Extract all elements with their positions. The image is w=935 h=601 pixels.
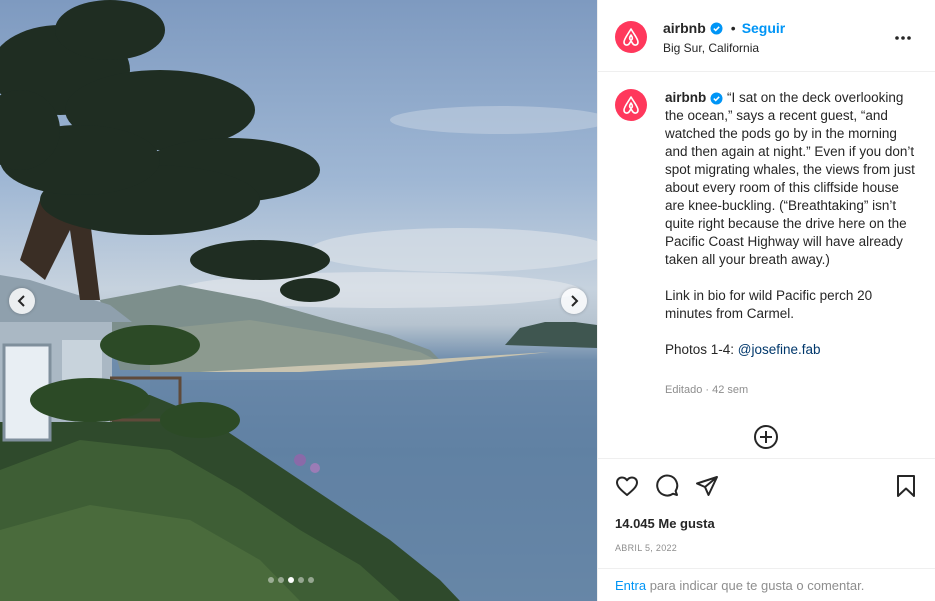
caption-paragraph-1: “I sat on the deck overlooking the ocean… [665, 90, 915, 267]
photos-credit-label: Photos 1-4: [665, 342, 738, 357]
post-photo[interactable] [0, 0, 597, 601]
post-caption: airbnb “I sat on the deck overlooking th… [665, 89, 915, 359]
add-comment-prompt: para indicar que te gusta o comentar. [646, 578, 865, 593]
chevron-left-icon [17, 295, 25, 307]
avatar[interactable] [615, 21, 647, 53]
post-side-panel: airbnb • Seguir Big Sur, California airb… [597, 0, 935, 601]
avatar[interactable] [615, 89, 647, 121]
location-link[interactable]: Big Sur, California [663, 41, 759, 55]
add-comment-bar: Entra para indicar que te gusta o coment… [598, 568, 935, 601]
next-photo-button[interactable] [561, 288, 587, 314]
airbnb-logo-icon [623, 96, 639, 114]
photo-scene [0, 0, 597, 601]
more-options-button[interactable] [894, 28, 912, 46]
caption-username-link[interactable]: airbnb [665, 89, 723, 107]
comment-icon [656, 474, 679, 497]
share-button[interactable] [695, 474, 719, 503]
carousel-dot [308, 577, 314, 583]
comment-button[interactable] [655, 474, 679, 503]
carousel-dot [298, 577, 304, 583]
more-options-icon [895, 36, 911, 40]
send-icon [696, 476, 718, 496]
separator-dot: • [730, 20, 736, 36]
carousel-dot [268, 577, 274, 583]
save-button[interactable] [895, 474, 917, 503]
carousel-dot-active [288, 577, 294, 583]
chevron-right-icon [571, 295, 579, 307]
caption-paragraph-2: Link in bio for wild Pacific perch 20 mi… [665, 288, 873, 321]
mention-link[interactable]: @josefine.fab [738, 342, 821, 357]
follow-button[interactable]: Seguir [742, 20, 786, 36]
post-header: airbnb • Seguir Big Sur, California [598, 0, 935, 72]
heart-icon [616, 476, 638, 496]
carousel-dot [278, 577, 284, 583]
likes-count[interactable]: 14.045 Me gusta [615, 516, 715, 531]
load-more-comments-button[interactable] [753, 424, 779, 455]
header-user-line: airbnb • Seguir [663, 20, 785, 36]
comments-section: airbnb “I sat on the deck overlooking th… [598, 73, 935, 458]
login-link[interactable]: Entra [615, 578, 646, 593]
verified-badge-icon [710, 22, 723, 35]
post-date[interactable]: ABRIL 5, 2022 [615, 543, 677, 553]
plus-circle-icon [754, 425, 778, 449]
post-actions: 14.045 Me gusta ABRIL 5, 2022 [598, 458, 935, 568]
previous-photo-button[interactable] [9, 288, 35, 314]
username-link[interactable]: airbnb [663, 20, 706, 36]
bookmark-icon [897, 475, 915, 497]
verified-badge-icon [710, 92, 723, 105]
carousel-indicator [268, 577, 314, 583]
like-button[interactable] [615, 474, 639, 503]
airbnb-logo-icon [623, 28, 639, 46]
edited-timestamp: Editado · 42 sem [665, 384, 749, 396]
